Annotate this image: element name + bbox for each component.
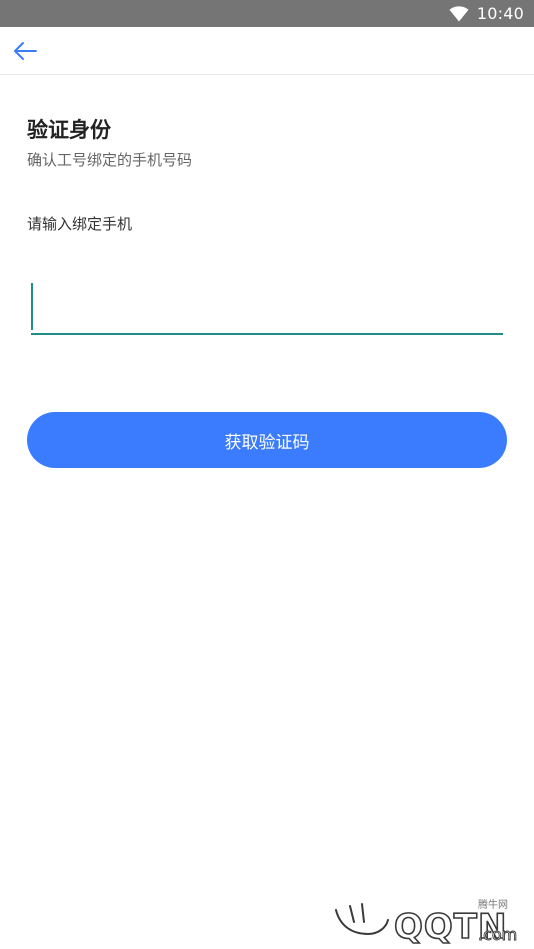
- svg-text:.com: .com: [478, 925, 517, 944]
- wifi-icon: [449, 5, 469, 22]
- status-bar: 10:40: [0, 0, 534, 27]
- page-subtitle: 确认工号绑定的手机号码: [27, 151, 193, 169]
- text-caret: [31, 283, 33, 330]
- watermark-caption: 腾牛网: [478, 900, 508, 911]
- status-icons: 10:40: [449, 0, 524, 27]
- phone-input-container[interactable]: [31, 281, 503, 335]
- back-arrow-icon: [14, 42, 37, 60]
- back-button[interactable]: [8, 35, 42, 67]
- status-clock: 10:40: [476, 4, 524, 23]
- app-bar: [0, 27, 534, 75]
- input-underline: [31, 333, 503, 335]
- phone-input[interactable]: [31, 281, 503, 333]
- watermark: QQTN .com 腾牛网: [330, 896, 526, 944]
- get-code-button[interactable]: 获取验证码: [27, 412, 507, 468]
- page-title: 验证身份: [27, 118, 111, 142]
- phone-field-label: 请输入绑定手机: [27, 215, 133, 233]
